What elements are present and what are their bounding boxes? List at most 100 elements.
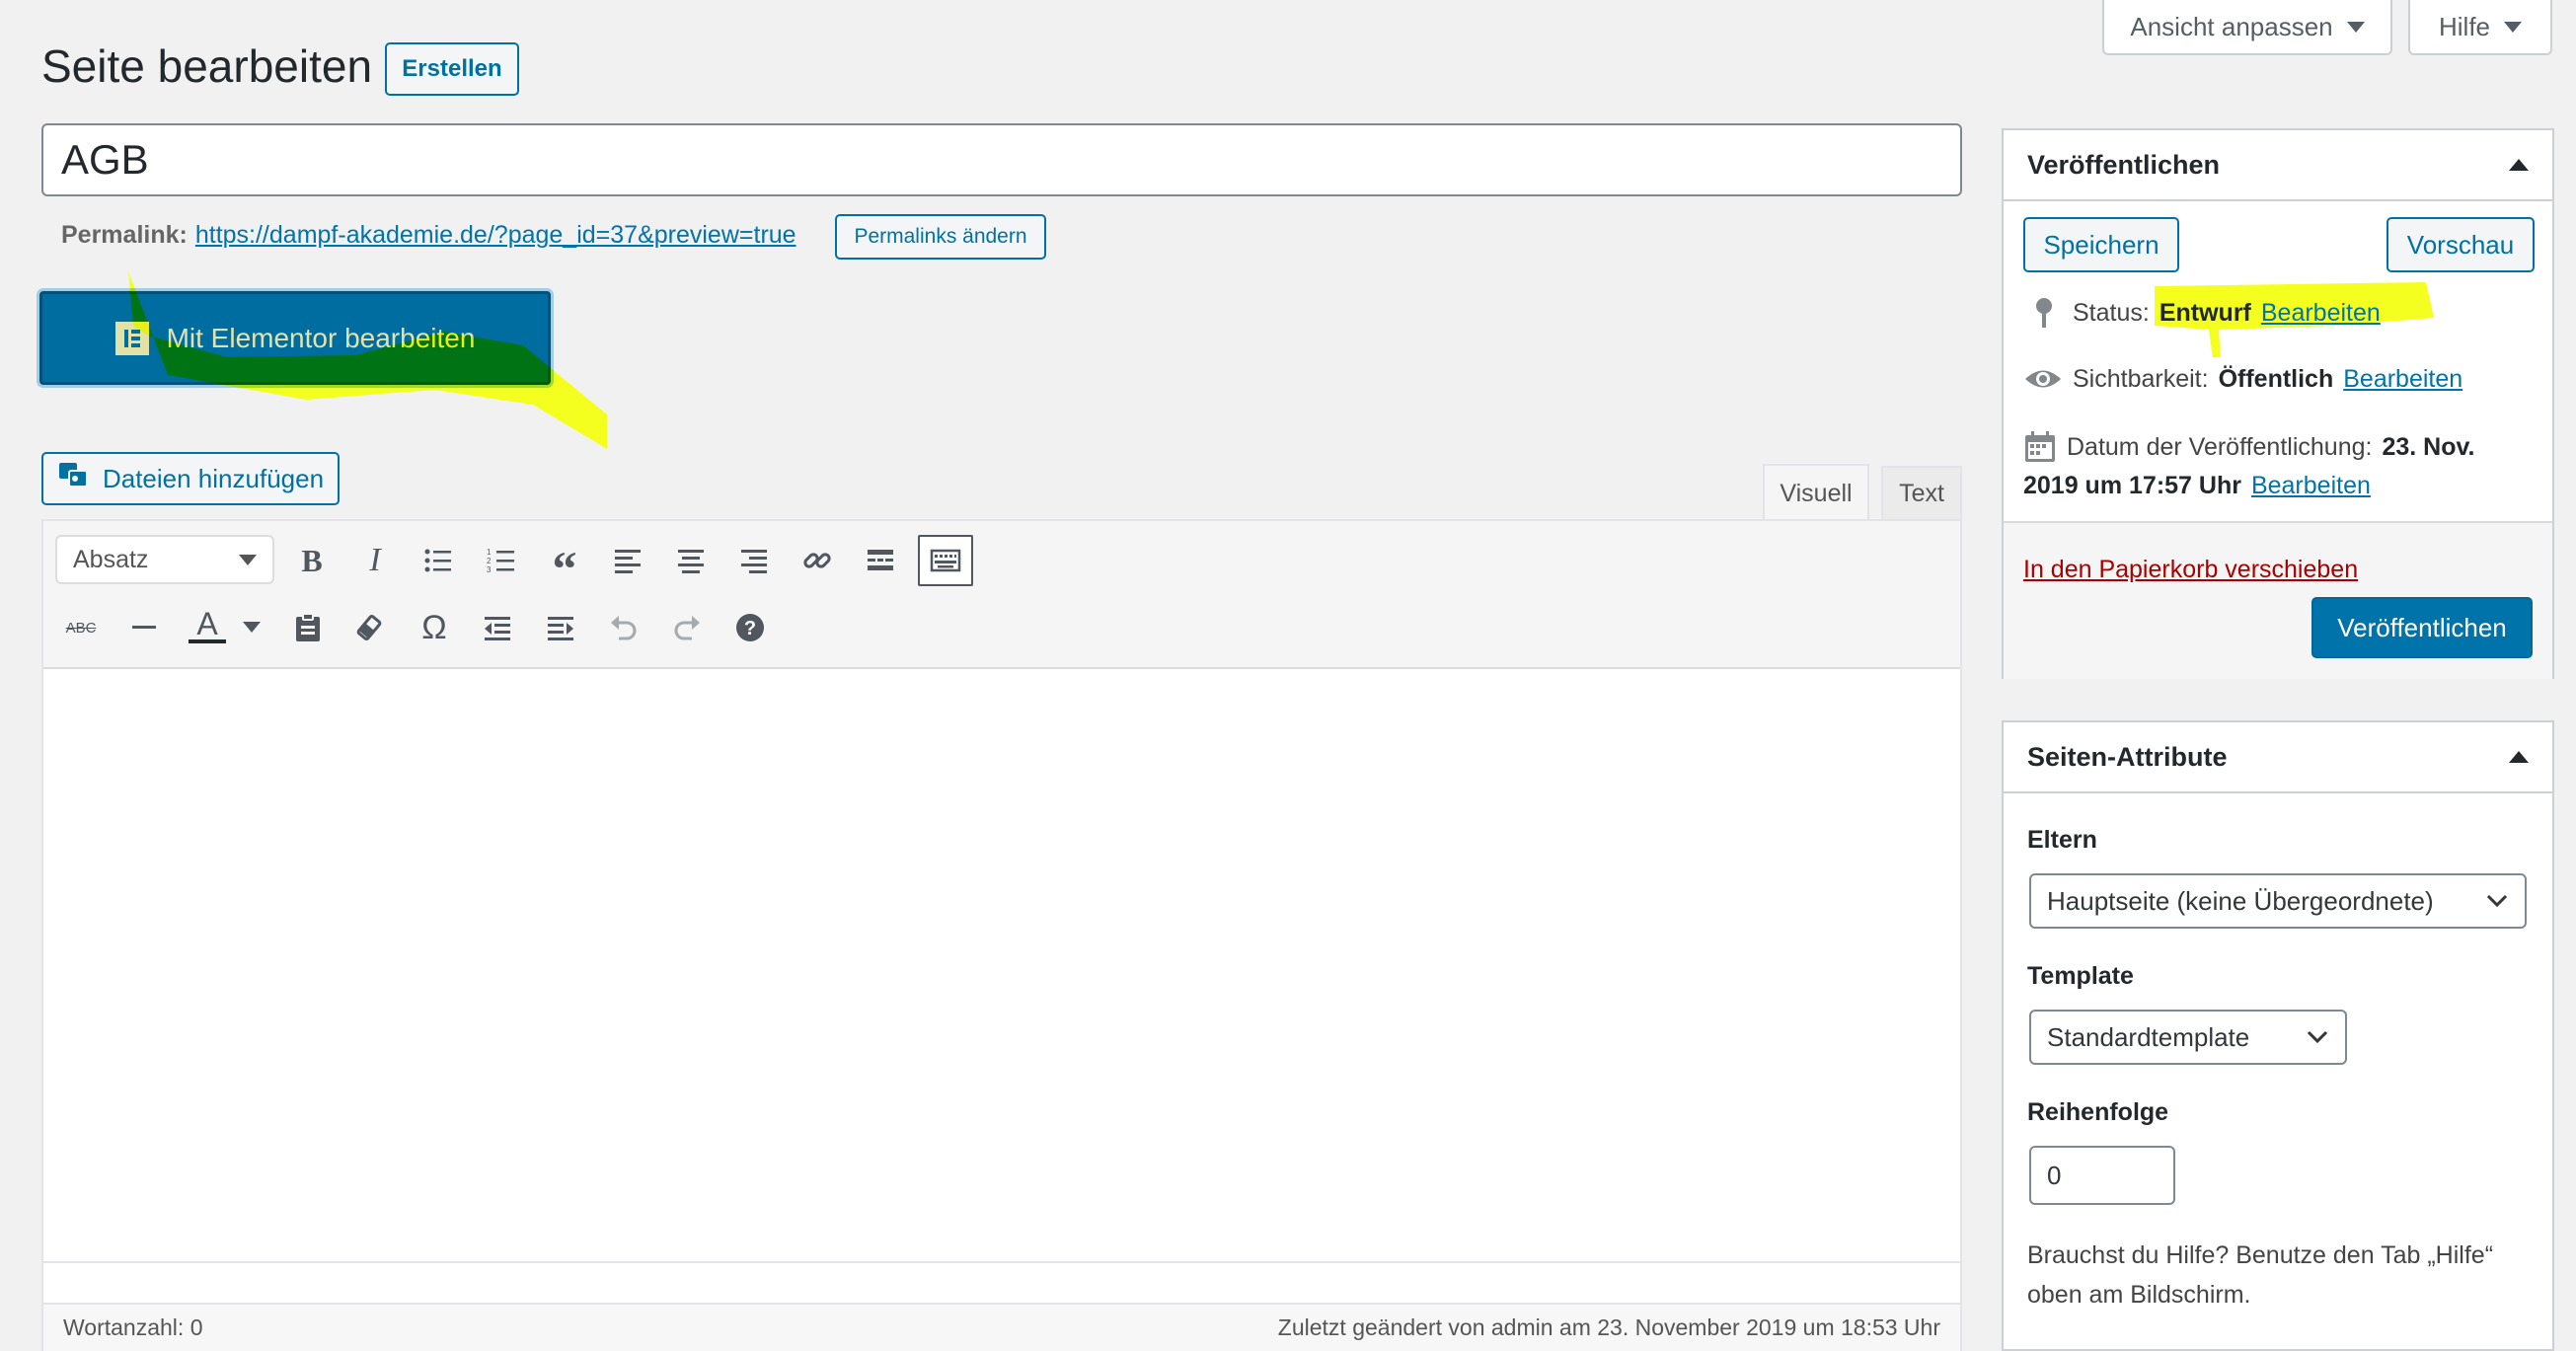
link-icon[interactable] (796, 539, 839, 582)
svg-text:1: 1 (487, 548, 492, 557)
editor-footer: Wortanzahl: 0 Zuletzt geändert von admin… (43, 1303, 1960, 1351)
help-tab[interactable]: Hilfe (2408, 0, 2552, 55)
pin-icon (2036, 298, 2052, 328)
screen-options-tab[interactable]: Ansicht anpassen (2102, 0, 2392, 55)
status-label: Status: (2073, 298, 2150, 327)
svg-text:3: 3 (487, 565, 492, 574)
bullet-list-icon[interactable] (417, 539, 460, 582)
svg-text:2: 2 (487, 557, 492, 565)
template-label: Template (2027, 962, 2134, 990)
template-select-value: Standardtemplate (2047, 1021, 2250, 1052)
publish-date-row-2: 2019 um 17:57 Uhr Bearbeiten (2023, 472, 2371, 500)
last-modified: Zuletzt geändert von admin am 23. Novemb… (1277, 1314, 1940, 1340)
title-input[interactable]: AGB (41, 123, 1962, 196)
align-center-icon[interactable] (669, 539, 713, 582)
caret-down-icon (2504, 21, 2522, 33)
publish-label: Veröffentlichen (2337, 612, 2507, 642)
publish-date-value-2: 2019 um 17:57 Uhr (2023, 472, 2241, 499)
collapse-icon[interactable] (2509, 751, 2529, 763)
strikethrough-icon[interactable]: ABC (59, 606, 103, 649)
publish-button[interactable]: Veröffentlichen (2311, 597, 2533, 658)
preview-label: Vorschau (2406, 229, 2515, 260)
save-draft-label: Speichern (2043, 229, 2159, 260)
visibility-row: Sichtbarkeit: Öffentlich Bearbeiten (2023, 364, 2462, 394)
tab-text[interactable]: Text (1881, 466, 1962, 519)
trash-link[interactable]: In den Papierkorb verschieben (2023, 556, 2358, 584)
page-attributes-title: Seiten-Attribute (2027, 741, 2228, 772)
special-character-icon[interactable]: Ω (413, 606, 456, 649)
status-value: Entwurf (2159, 298, 2251, 327)
indent-icon[interactable] (539, 606, 582, 649)
visibility-edit-link[interactable]: Bearbeiten (2343, 365, 2462, 394)
paste-text-icon[interactable] (286, 606, 330, 649)
eye-icon (2025, 370, 2061, 388)
tab-text-label: Text (1899, 479, 1944, 507)
publish-date-row: Datum der Veröffentlichung: 23. Nov. (2023, 430, 2474, 464)
redo-icon[interactable] (665, 606, 709, 649)
title-input-value: AGB (61, 136, 149, 183)
caret-down-icon[interactable] (243, 622, 261, 633)
order-label: Reihenfolge (2027, 1098, 2169, 1126)
parent-select-value: Hauptseite (keine Übergeordnete) (2047, 885, 2434, 916)
outdent-icon[interactable] (476, 606, 519, 649)
chevron-down-icon (2486, 894, 2508, 908)
order-input[interactable]: 0 (2029, 1146, 2175, 1205)
horizontal-line-icon[interactable] (122, 606, 166, 649)
help-tab-label: Hilfe (2438, 11, 2490, 41)
text-color-icon[interactable]: A (186, 604, 229, 647)
add-new-label: Erstellen (402, 55, 502, 82)
caret-down-icon (239, 554, 257, 565)
parent-label: Eltern (2027, 826, 2097, 854)
change-permalink-label: Permalinks ändern (854, 225, 1027, 248)
elementor-edit-button[interactable]: Mit Elementor bearbeiten (39, 291, 551, 385)
read-more-icon[interactable] (859, 539, 902, 582)
tab-visual[interactable]: Visuell (1763, 464, 1869, 521)
format-select-value: Absatz (73, 545, 149, 573)
bold-icon[interactable]: B (290, 539, 334, 582)
order-input-value: 0 (2047, 1160, 2062, 1190)
add-new-button[interactable]: Erstellen (385, 42, 519, 96)
publish-date-label: Datum der Veröffentlichung: (2067, 432, 2373, 461)
keyboard-shortcuts-icon[interactable]: ? (728, 606, 772, 649)
editor-status-bar (43, 1261, 1960, 1263)
page-title: Seite bearbeiten (41, 40, 373, 92)
publish-date-edit-link[interactable]: Bearbeiten (2251, 472, 2371, 500)
format-select[interactable]: Absatz (55, 535, 274, 584)
change-permalink-button[interactable]: Permalinks ändern (835, 214, 1046, 260)
visibility-label: Sichtbarkeit: (2073, 364, 2209, 393)
template-select[interactable]: Standardtemplate (2029, 1010, 2347, 1065)
save-draft-button[interactable]: Speichern (2023, 217, 2179, 272)
align-left-icon[interactable] (606, 539, 649, 582)
visibility-value: Öffentlich (2218, 364, 2334, 393)
word-count: Wortanzahl: 0 (63, 1314, 203, 1340)
parent-select[interactable]: Hauptseite (keine Übergeordnete) (2029, 873, 2527, 929)
add-media-icon (57, 459, 91, 499)
align-right-icon[interactable] (732, 539, 776, 582)
preview-button[interactable]: Vorschau (2387, 217, 2535, 272)
help-text-line-1: Brauchst du Hilfe? Benutze den Tab „Hilf… (2027, 1241, 2494, 1269)
blockquote-icon[interactable]: “ (543, 539, 586, 593)
svg-text:?: ? (744, 618, 756, 639)
elementor-edit-label: Mit Elementor bearbeiten (166, 322, 476, 353)
italic-icon[interactable]: I (353, 539, 397, 582)
page-attributes-header[interactable]: Seiten-Attribute (2004, 722, 2552, 793)
clear-formatting-icon[interactable] (349, 606, 393, 649)
chevron-down-icon (2307, 1030, 2328, 1044)
permalink-url[interactable]: https://dampf-akademie.de/?page_id=37&pr… (195, 221, 796, 250)
calendar-icon (2025, 431, 2055, 462)
page-attributes-help: Brauchst du Hilfe? Benutze den Tab „Hilf… (2027, 1236, 2493, 1314)
caret-down-icon (2346, 21, 2365, 33)
status-row: Status: Entwurf Bearbeiten (2031, 296, 2381, 330)
tab-visual-label: Visuell (1780, 479, 1853, 507)
publish-date-value-1: 23. Nov. (2382, 432, 2475, 461)
status-edit-link[interactable]: Bearbeiten (2261, 299, 2381, 328)
numbered-list-icon[interactable]: 123 (480, 539, 523, 582)
help-text-line-2: oben am Bildschirm. (2027, 1281, 2251, 1309)
publish-box-header[interactable]: Veröffentlichen (2004, 130, 2552, 201)
screen-options-label: Ansicht anpassen (2130, 11, 2333, 41)
add-media-button[interactable]: Dateien hinzufügen (41, 452, 340, 505)
toolbar-toggle-icon[interactable] (918, 535, 973, 586)
permalink-row: Permalink: https://dampf-akademie.de/?pa… (61, 221, 796, 250)
undo-icon[interactable] (602, 606, 645, 649)
collapse-icon[interactable] (2509, 159, 2529, 171)
